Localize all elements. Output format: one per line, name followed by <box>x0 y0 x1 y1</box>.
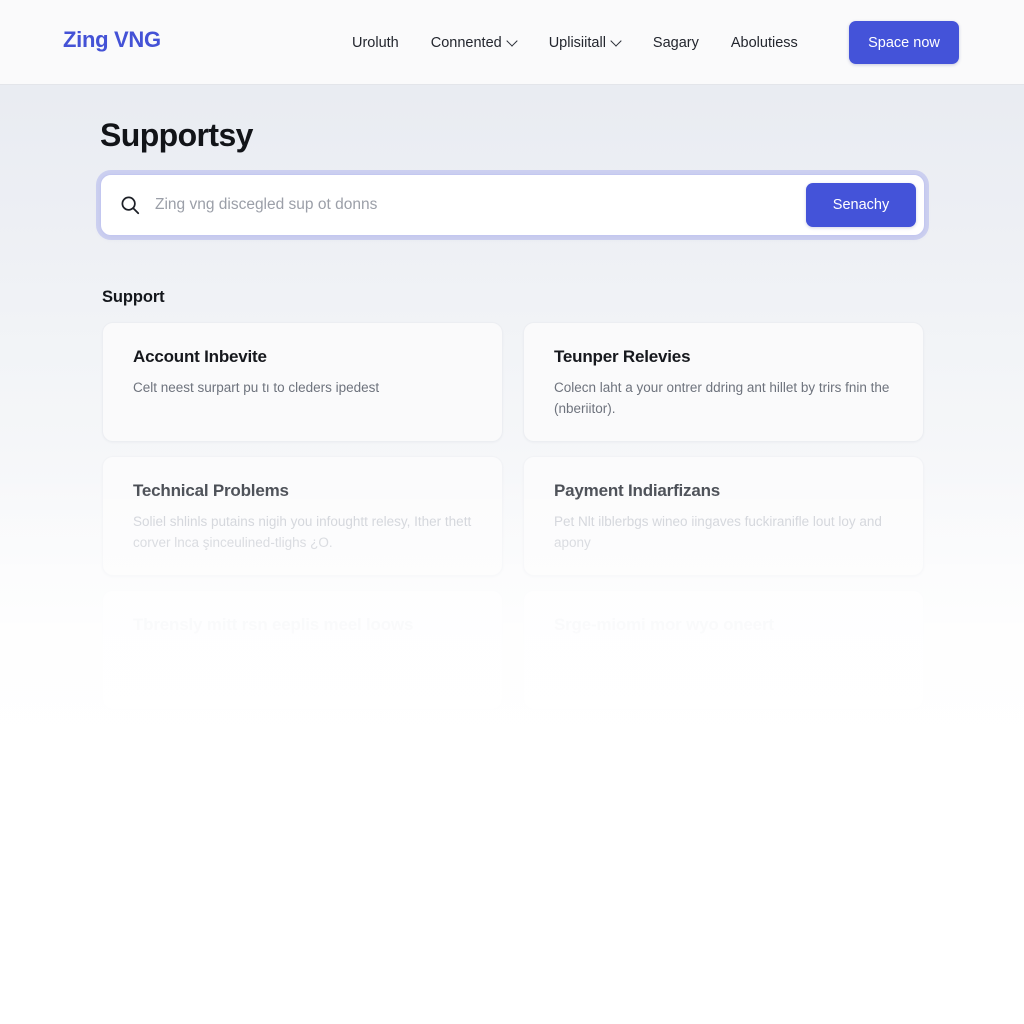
support-card-title: Technical Problems <box>133 481 289 500</box>
support-card-title: Tbrensly mitt rsn eeplis meel loows <box>133 615 414 634</box>
support-card-title: Account Inbevite <box>133 347 267 366</box>
support-card[interactable] <box>523 858 924 978</box>
support-page: Zing VNG Uroluth Connented Uplisiitall Saga… <box>0 0 1024 1024</box>
nav-item-abolutiess[interactable]: Abolutiess <box>715 30 814 56</box>
support-card[interactable]: Account Inbevite Celt neest surpart pu tı… <box>102 322 503 442</box>
chevron-down-icon <box>612 37 621 46</box>
support-card[interactable] <box>102 858 503 978</box>
nav-item-label: Uplisiitall <box>548 35 606 51</box>
support-card[interactable] <box>523 724 924 844</box>
support-card[interactable]: Payment Indiarfizans Pet Nlt ilblerbgs wi… <box>523 456 924 576</box>
support-card[interactable]: Srge-miomi mor wyo oneert <box>523 590 924 710</box>
support-card-description: Pet Nlt ilblerbgs wineo iingaves fuckira… <box>554 514 882 550</box>
nav-item-label: Uroluth <box>352 35 399 51</box>
support-card[interactable]: Teunper Relevies Colecn laht a your ontre… <box>523 322 924 442</box>
space-now-button[interactable]: Space now <box>849 21 959 64</box>
search-bar[interactable]: Senachy <box>100 174 925 236</box>
section-title: Support <box>102 288 165 306</box>
site-header: Zing VNG Uroluth Connented Uplisiitall Saga… <box>0 0 1024 85</box>
support-card[interactable]: Tbrensly mitt rsn eeplis meel loows <box>102 590 503 710</box>
support-card[interactable]: Technical Problems Soliel shlinls putains… <box>102 456 503 576</box>
support-card-title: Teunper Relevies <box>554 347 691 366</box>
page-title: Supportsy <box>100 117 253 153</box>
support-card[interactable] <box>102 724 503 844</box>
support-card-description: Celt neest surpart pu tı to cleders iped… <box>133 380 380 395</box>
nav-item-label: Connented <box>430 35 502 51</box>
primary-navigation: Uroluth Connented Uplisiitall Sagary Aboluti… <box>340 30 814 56</box>
support-card-title: Payment Indiarfizans <box>554 481 721 500</box>
support-card-description: Colecn laht a your ontrer ddring ant hil… <box>554 380 890 416</box>
search-input[interactable] <box>155 185 806 225</box>
nav-item-uroluth[interactable]: Uroluth <box>340 30 415 56</box>
chevron-down-icon <box>508 37 517 46</box>
support-card-grid: Account Inbevite Celt neest surpart pu tı… <box>102 322 924 978</box>
brand-logo[interactable]: Zing VNG <box>63 27 161 53</box>
nav-item-connented[interactable]: Connented <box>415 30 533 56</box>
nav-item-label: Sagary <box>652 35 699 51</box>
search-submit-button[interactable]: Senachy <box>806 183 916 227</box>
nav-item-label: Abolutiess <box>730 35 798 51</box>
nav-item-sagary[interactable]: Sagary <box>637 30 715 56</box>
nav-item-uplisiitall[interactable]: Uplisiitall <box>533 30 637 56</box>
support-card-title: Srge-miomi mor wyo oneert <box>554 615 774 634</box>
search-icon <box>121 196 140 215</box>
support-card-description: Soliel shlinls putains nigih you infough… <box>133 514 472 550</box>
